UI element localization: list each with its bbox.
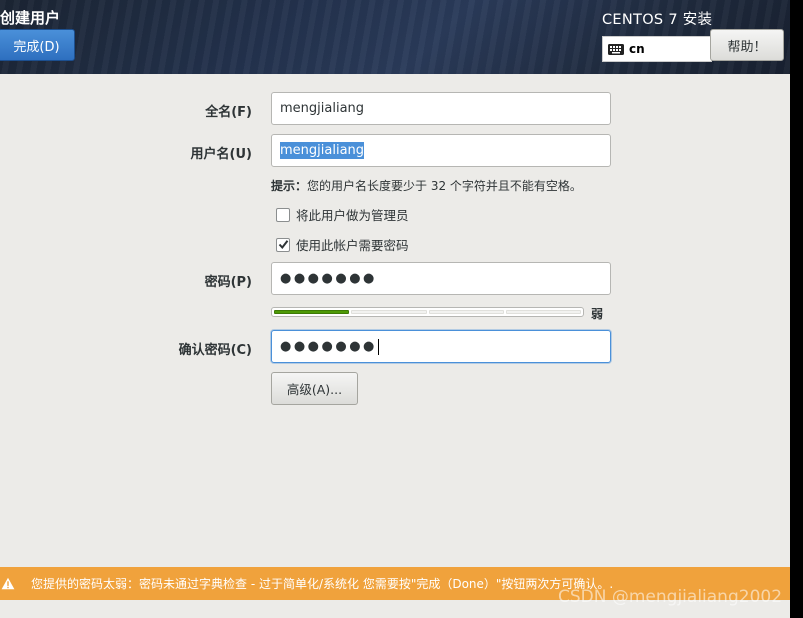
keyboard-layout-label: cn [629, 42, 645, 56]
hint-prefix: 提示： [271, 179, 308, 193]
checkmark-icon [278, 240, 288, 250]
username-input[interactable]: mengjialiang [271, 134, 611, 167]
password-label: 密码(P) [204, 275, 252, 290]
confirm-password-input[interactable]: ●●●●●●● [271, 330, 611, 363]
password-strength-bar [271, 307, 584, 317]
warning-icon [1, 577, 15, 590]
fullname-label: 全名(F) [205, 105, 252, 120]
strength-segment [428, 310, 504, 314]
done-button[interactable]: 完成(D) [0, 29, 75, 61]
fullname-input[interactable]: mengjialiang [271, 92, 611, 125]
installer-window: 创建用户 完成(D) CENTOS 7 安装 cn 帮助！ 全名(F) meng… [0, 0, 790, 618]
page-title: 创建用户 [0, 9, 61, 27]
watermark: CSDN @mengjialiang2002 [558, 587, 783, 607]
username-label: 用户名(U) [190, 147, 252, 162]
admin-checkbox-row[interactable]: 将此用户做为管理员 [276, 205, 409, 224]
username-hint: 提示：您的用户名长度要少于 32 个字符并且不能有空格。 [271, 177, 582, 194]
password-input[interactable]: ●●●●●●● [271, 262, 611, 295]
strength-segment [274, 310, 350, 314]
advanced-button[interactable]: 高级(A)... [271, 372, 358, 405]
password-strength-label: 弱 [591, 307, 604, 321]
keyboard-icon [608, 43, 624, 55]
confirm-password-masked-value: ●●●●●●● [280, 339, 377, 354]
header-bar: 创建用户 完成(D) CENTOS 7 安装 cn 帮助！ [0, 0, 790, 74]
admin-checkbox[interactable] [276, 207, 290, 222]
help-button[interactable]: 帮助！ [710, 29, 784, 61]
require-password-label: 使用此帐户需要密码 [296, 238, 409, 253]
username-value: mengjialiang [280, 142, 365, 159]
strength-segment [351, 310, 427, 314]
confirm-password-label: 确认密码(C) [178, 343, 252, 358]
hint-text: 您的用户名长度要少于 32 个字符并且不能有空格。 [307, 179, 582, 193]
warning-text: 您提供的密码太弱：密码未通过字典检查 - 过于简单化/系统化 您需要按"完成（D… [31, 577, 614, 591]
keyboard-layout-indicator[interactable]: cn [602, 36, 712, 62]
require-password-checkbox[interactable] [276, 237, 290, 252]
password-masked-value: ●●●●●●● [280, 271, 377, 286]
strength-segment [505, 310, 581, 314]
install-title: CENTOS 7 安装 [602, 12, 713, 28]
admin-checkbox-label: 将此用户做为管理员 [296, 208, 409, 223]
fullname-value: mengjialiang [280, 101, 365, 116]
require-password-row[interactable]: 使用此帐户需要密码 [276, 235, 409, 254]
text-caret [377, 338, 379, 355]
